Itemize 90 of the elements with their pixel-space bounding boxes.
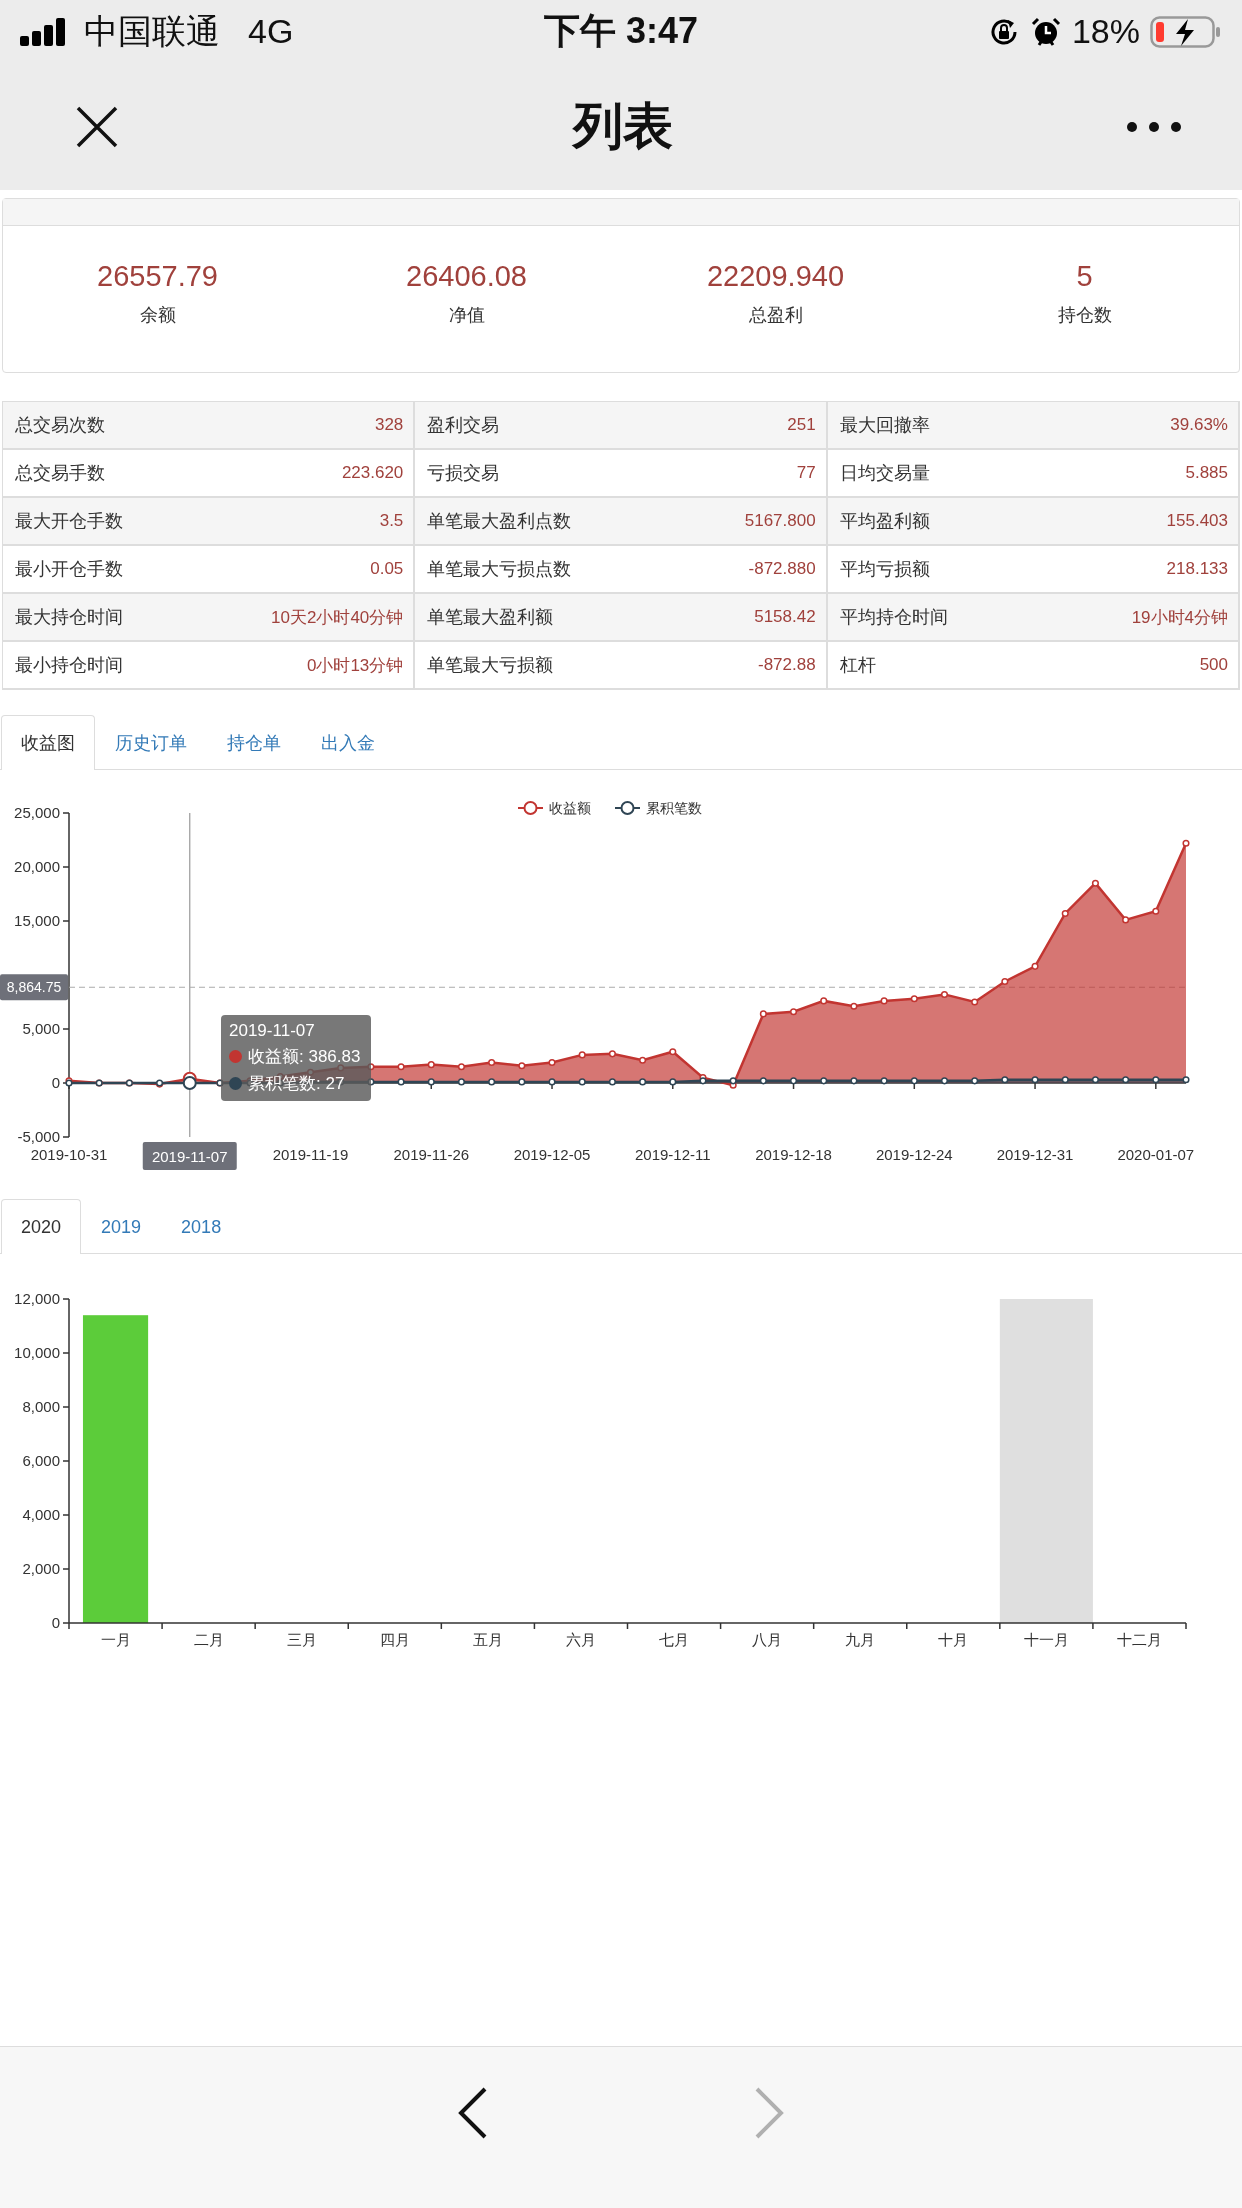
stat-label: 单笔最大亏损点数 (427, 558, 572, 581)
axis-label: 2019-12-05 (513, 1146, 591, 1163)
stat-value: 10天2小时40分钟 (271, 606, 404, 629)
stat-label: 日均交易量 (839, 462, 930, 485)
stat-value: 328 (374, 415, 404, 435)
network-type: 4G (248, 12, 294, 51)
stat-label: 最小持仓时间 (15, 654, 123, 677)
stat-value: 0.05 (370, 559, 404, 579)
tooltip-text: 累积笔数: 27 (248, 1073, 345, 1095)
axis-label: 2019-11-19 (272, 1146, 349, 1163)
clock-time: 下午 3:47 (543, 10, 699, 51)
summary-label: 余额 (139, 304, 176, 327)
axis-label: 五月 (472, 1631, 503, 1648)
stat-label: 总交易手数 (15, 462, 105, 485)
axis-label: 12,000 (14, 1290, 60, 1307)
stat-label: 平均盈利额 (839, 510, 930, 533)
stat-value: 3.5 (379, 511, 404, 531)
stat-value: 155.403 (1166, 511, 1228, 531)
stat-value: 5158.42 (754, 607, 816, 627)
pointer-value-label: 8,864.75 (0, 974, 68, 1001)
axis-label: 8,000 (22, 1398, 60, 1415)
stat-value: -872.880 (748, 559, 816, 579)
axis-label: 2,000 (22, 1560, 60, 1577)
axis-label: 十一月 (1023, 1631, 1069, 1648)
axis-label: 2019-12-11 (634, 1146, 711, 1163)
stat-label: 最大回撤率 (839, 414, 930, 437)
summary-value: 5 (1076, 260, 1093, 293)
axis-label: 六月 (565, 1631, 596, 1648)
axis-label: -5,000 (17, 1128, 60, 1145)
pointer-date-label: 2019-11-07 (142, 1142, 237, 1170)
stat-value: -872.88 (758, 655, 816, 675)
axis-label: 十月 (938, 1631, 969, 1648)
axis-label: 25,000 (14, 804, 60, 821)
axis-label: 十二月 (1116, 1631, 1162, 1648)
stat-label: 总交易次数 (15, 414, 105, 437)
tooltip-text: 收益额: 386.83 (248, 1046, 361, 1068)
axis-label: 0 (51, 1614, 60, 1631)
axis-label: 20,000 (14, 858, 60, 875)
axis-label: 七月 (659, 1631, 690, 1648)
summary-value: 22209.940 (706, 260, 845, 293)
stat-label: 最大持仓时间 (15, 606, 123, 629)
stat-value: 223.620 (341, 463, 404, 483)
stat-label: 单笔最大亏损额 (427, 654, 554, 677)
axis-label: 0 (51, 1074, 60, 1091)
summary-label: 净值 (448, 304, 485, 327)
stat-value: 39.63% (1170, 415, 1228, 435)
stat-value: 500 (1199, 655, 1228, 675)
axis-label: 2019-11-26 (393, 1146, 470, 1163)
stat-value: 251 (787, 415, 816, 435)
carrier-name: 中国联通 (84, 10, 220, 52)
axis-label: 四月 (379, 1631, 410, 1648)
stat-value: 5.885 (1185, 463, 1228, 483)
axis-label: 八月 (752, 1631, 783, 1648)
axis-label: 九月 (845, 1631, 876, 1648)
stat-label: 最小开仓手数 (15, 558, 123, 581)
stat-value: 0小时13分钟 (306, 654, 404, 677)
stat-label: 亏损交易 (427, 462, 500, 485)
stat-value: 5167.800 (744, 511, 816, 531)
stat-value: 218.133 (1166, 559, 1228, 579)
axis-label: 一月 (100, 1631, 131, 1648)
stat-label: 单笔最大盈利点数 (427, 510, 572, 533)
ref-line-label: 8,864.75 (6, 979, 62, 996)
stat-label: 最大开仓手数 (15, 510, 123, 533)
stat-value: 19小时4分钟 (1131, 606, 1228, 629)
axis-label: 4,000 (22, 1506, 60, 1523)
stat-label: 单笔最大盈利额 (427, 606, 554, 629)
axis-label: 2020-01-07 (1117, 1146, 1195, 1163)
axis-label: 2019-12-18 (755, 1146, 832, 1163)
x-tick-label: 2019-11-07 (151, 1148, 228, 1165)
axis-label: 10,000 (14, 1344, 60, 1361)
stat-label: 盈利交易 (427, 414, 500, 437)
axis-label: 5,000 (22, 1020, 60, 1037)
stat-label: 平均亏损额 (839, 558, 930, 581)
stat-value: 77 (796, 463, 816, 483)
axis-label: 2019-12-24 (875, 1146, 953, 1163)
page-title: 列表 (572, 97, 673, 156)
axis-label: 2019-10-31 (30, 1146, 108, 1163)
tooltip-title: 2019-11-07 (229, 1021, 316, 1041)
axis-label: 6,000 (22, 1452, 60, 1469)
axis-label: 2019-12-31 (996, 1146, 1074, 1163)
summary-label: 持仓数 (1057, 304, 1112, 327)
axis-label: 二月 (193, 1631, 224, 1648)
axis-label: 15,000 (14, 912, 60, 929)
axis-label: 三月 (286, 1631, 317, 1648)
summary-value: 26406.08 (406, 260, 527, 293)
battery-percent: 18% (1071, 12, 1140, 51)
stat-label: 平均持仓时间 (839, 606, 948, 629)
stat-label: 杠杆 (839, 654, 876, 677)
summary-value: 26557.79 (97, 260, 218, 293)
summary-label: 总盈利 (748, 304, 803, 327)
